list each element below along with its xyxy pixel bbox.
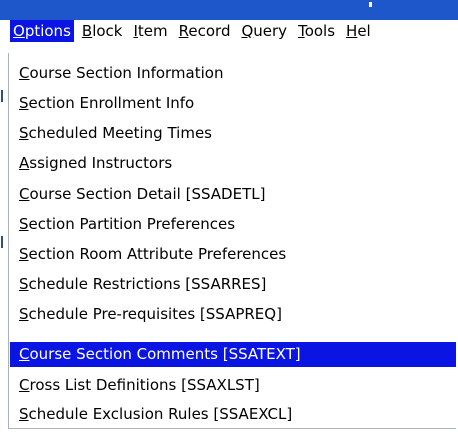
option-label: ourse Section Information bbox=[29, 64, 224, 82]
mnemonic: C bbox=[19, 185, 30, 203]
menu-options[interactable]: Options bbox=[10, 20, 74, 42]
background-window-edge bbox=[1, 236, 3, 248]
menu-bar: Options Block Item Record Query Tools He… bbox=[0, 20, 458, 42]
menu-block[interactable]: Block bbox=[79, 20, 126, 42]
mnemonic: S bbox=[19, 405, 29, 423]
option-label: cheduled Meeting Times bbox=[28, 124, 212, 142]
menu-query-mnemonic: Q bbox=[241, 22, 254, 40]
mnemonic: C bbox=[19, 376, 30, 394]
option-label: chedule Restrictions [SSARRES] bbox=[28, 275, 267, 293]
menu-tools[interactable]: Tools bbox=[295, 20, 338, 42]
mnemonic: S bbox=[19, 215, 29, 233]
option-label: ross List Definitions [SSAXLST] bbox=[29, 376, 260, 394]
menu-item[interactable]: Item bbox=[130, 20, 170, 42]
option-label: chedule Pre-requisites [SSAPREQ] bbox=[28, 305, 282, 323]
menu-option-cross-list-definitions[interactable]: Cross List Definitions [SSAXLST] bbox=[10, 373, 456, 398]
menu-option-scheduled-meeting-times[interactable]: Scheduled Meeting Times bbox=[10, 121, 456, 146]
option-label: ection Partition Preferences bbox=[28, 215, 236, 233]
option-label: ourse Section Detail [SSADETL] bbox=[29, 185, 266, 203]
menu-option-assigned-instructors[interactable]: Assigned Instructors bbox=[10, 151, 456, 176]
window-title-bar bbox=[0, 0, 458, 20]
mnemonic: S bbox=[19, 94, 29, 112]
menu-option-course-section-comments[interactable]: Course Section Comments [SSATEXT] bbox=[10, 342, 456, 367]
menu-options-mnemonic: O bbox=[13, 22, 25, 40]
options-dropdown-menu: Course Section Information Section Enrol… bbox=[8, 53, 456, 429]
menu-option-schedule-restrictions[interactable]: Schedule Restrictions [SSARRES] bbox=[10, 272, 456, 297]
mnemonic: S bbox=[19, 305, 29, 323]
menu-option-course-section-information[interactable]: Course Section Information bbox=[10, 61, 456, 86]
mnemonic: S bbox=[19, 245, 29, 263]
menu-option-schedule-pre-requisites[interactable]: Schedule Pre-requisites [SSAPREQ] bbox=[10, 302, 456, 327]
menu-help[interactable]: Hel bbox=[343, 20, 374, 42]
menu-option-section-room-attribute-preferences[interactable]: Section Room Attribute Preferences bbox=[10, 242, 456, 267]
menu-record-mnemonic: R bbox=[178, 22, 189, 40]
menu-tools-mnemonic: T bbox=[298, 22, 305, 40]
title-bar-marker bbox=[369, 2, 372, 7]
menu-record-label: ecord bbox=[188, 22, 231, 40]
option-label: ection Room Attribute Preferences bbox=[28, 245, 287, 263]
menu-block-mnemonic: B bbox=[81, 22, 93, 40]
mnemonic: C bbox=[19, 64, 30, 82]
menu-block-label: lock bbox=[92, 22, 123, 40]
menu-tools-label: ools bbox=[304, 22, 336, 40]
menu-query[interactable]: Query bbox=[238, 20, 290, 42]
option-label: ourse Section Comments [SSATEXT] bbox=[29, 345, 301, 363]
menu-record[interactable]: Record bbox=[176, 20, 234, 42]
mnemonic: C bbox=[19, 345, 30, 363]
option-label: ssigned Instructors bbox=[29, 154, 173, 172]
menu-options-label: ptions bbox=[24, 22, 71, 40]
mnemonic: S bbox=[19, 275, 29, 293]
menu-query-label: uery bbox=[253, 22, 288, 40]
menu-option-section-partition-preferences[interactable]: Section Partition Preferences bbox=[10, 212, 456, 237]
mnemonic: S bbox=[19, 124, 29, 142]
menu-option-course-section-detail[interactable]: Course Section Detail [SSADETL] bbox=[10, 182, 456, 207]
menu-item-label: tem bbox=[137, 22, 168, 40]
menu-option-section-enrollment-info[interactable]: Section Enrollment Info bbox=[10, 91, 456, 116]
menu-help-label: el bbox=[357, 22, 371, 40]
menu-help-mnemonic: H bbox=[346, 22, 358, 40]
background-window-edge bbox=[1, 90, 3, 102]
option-label: ection Enrollment Info bbox=[28, 94, 195, 112]
option-label: chedule Exclusion Rules [SSAEXCL] bbox=[28, 405, 293, 423]
mnemonic: A bbox=[19, 154, 30, 172]
menu-option-schedule-exclusion-rules[interactable]: Schedule Exclusion Rules [SSAEXCL] bbox=[10, 402, 456, 427]
